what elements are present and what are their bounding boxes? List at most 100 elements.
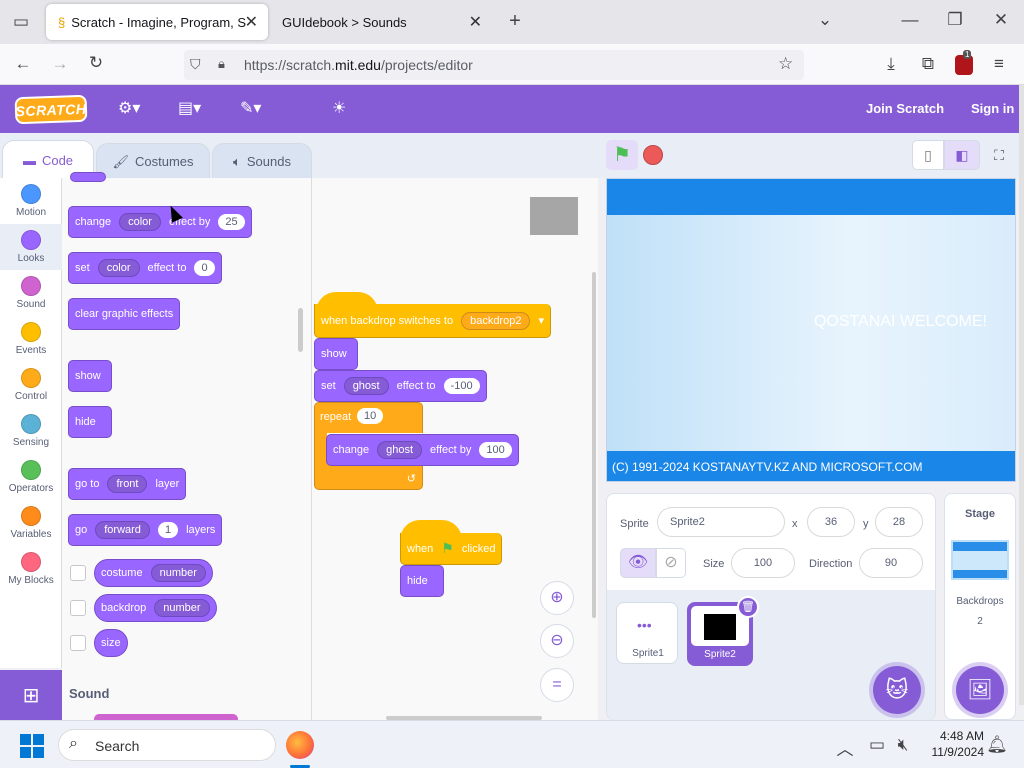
category-motion[interactable]: Motion <box>0 184 62 218</box>
ublock-extension-icon[interactable]: 1 <box>955 50 973 75</box>
new-tab-icon[interactable]: + <box>502 10 528 33</box>
settings-gear-icon[interactable]: ⚙▾ <box>118 98 140 118</box>
clock-time[interactable]: 4:48 AM <box>922 729 984 743</box>
normal-stage-button[interactable]: ◧ <box>944 140 980 170</box>
tab-overview-icon[interactable]: ▭ <box>8 12 34 32</box>
green-flag-button[interactable]: ⚑ <box>606 140 638 170</box>
category-operators[interactable]: Operators <box>0 460 62 494</box>
firefox-taskbar-icon[interactable] <box>286 731 314 759</box>
scratch-logo[interactable]: SCRATCH <box>14 94 88 125</box>
value-input[interactable]: 1 <box>157 522 179 538</box>
show-hidden-icons-chevron[interactable]: ︿ <box>832 735 858 760</box>
taskbar-search-box[interactable]: ⌕ Search <box>58 729 276 761</box>
minimize-icon[interactable]: — <box>897 10 923 30</box>
hide-sprite-eye-icon[interactable]: ⊘ <box>656 548 686 578</box>
add-extension-button[interactable]: ⊞ <box>0 670 62 720</box>
bookmark-star-icon[interactable]: ☆ <box>778 54 793 74</box>
app-menu-icon[interactable]: ≡ <box>986 54 1012 74</box>
category-sound[interactable]: Sound <box>0 276 62 310</box>
page-scrollbar[interactable] <box>1019 85 1024 705</box>
costume-dropdown[interactable]: number <box>150 564 206 582</box>
x-input[interactable]: 36 <box>807 507 855 537</box>
block-show[interactable]: show <box>314 338 358 370</box>
forward-icon[interactable]: → <box>47 54 73 74</box>
choose-backdrop-icon[interactable]: 🖼︎ <box>956 666 1004 714</box>
category-my-blocks[interactable]: My Blocks <box>0 552 62 586</box>
value-input[interactable]: -100 <box>443 378 480 394</box>
extensions-icon[interactable]: ⧉ <box>915 54 941 74</box>
layer-dropdown[interactable]: front <box>107 475 148 493</box>
reload-icon[interactable]: ↻ <box>83 53 109 73</box>
network-icon[interactable]: ▭ <box>864 735 890 755</box>
direction-dropdown[interactable]: forward <box>95 521 150 539</box>
block-go-layers[interactable]: go forward 1 layers <box>68 514 223 546</box>
sign-in-link[interactable]: Sign in <box>971 101 1014 116</box>
effect-dropdown[interactable]: ghost <box>343 377 389 395</box>
monitor-checkbox[interactable] <box>70 600 86 616</box>
size-input[interactable]: 100 <box>731 548 795 578</box>
clock-date[interactable]: 11/9/2024 <box>916 745 985 759</box>
join-scratch-link[interactable]: Join Scratch <box>866 101 944 116</box>
close-tab-icon[interactable]: ✕ <box>469 12 482 32</box>
direction-input[interactable]: 90 <box>859 548 923 578</box>
block-hide[interactable]: hide <box>68 406 112 438</box>
value-input[interactable]: 25 <box>218 214 245 230</box>
tab-costumes[interactable]: 🖌︎ Costumes <box>96 143 210 179</box>
tab-scratch[interactable]: § Scratch - Imagine, Program, Sh ✕ <box>46 4 268 40</box>
sprite-tile-sprite2[interactable]: Sprite2 🗑︎ <box>687 596 759 666</box>
edit-menu-icon[interactable]: ✎▾ <box>240 98 261 118</box>
y-input[interactable]: 28 <box>875 507 923 537</box>
block-hide[interactable]: hide <box>400 565 444 597</box>
small-stage-button[interactable]: ▯ <box>912 140 944 170</box>
block-change-ghost[interactable]: change ghost effect by 100 <box>326 434 519 466</box>
file-menu-icon[interactable]: ▤▾ <box>178 98 201 118</box>
value-input[interactable]: 0 <box>194 260 215 276</box>
effect-dropdown[interactable]: ghost <box>377 441 423 459</box>
zoom-in-button[interactable]: ⊕ <box>540 581 574 615</box>
block-change-effect[interactable]: change color effect by 25 <box>68 206 252 238</box>
notifications-bell-icon[interactable]: 🔔︎ <box>984 735 1010 755</box>
maximize-icon[interactable]: ❐ <box>942 10 968 30</box>
close-window-icon[interactable]: ✕ <box>988 10 1014 30</box>
category-events[interactable]: Events <box>0 322 62 356</box>
windows-start-icon[interactable] <box>20 734 44 758</box>
stop-button[interactable] <box>643 145 663 165</box>
list-tabs-chevron-icon[interactable]: ⌄ <box>812 10 838 30</box>
stage-selector-pane[interactable]: Stage Backdrops 2 🖼︎ <box>944 493 1016 720</box>
value-input[interactable]: 10 <box>357 408 384 424</box>
category-control[interactable]: Control <box>0 368 62 402</box>
sprite-tile-sprite1[interactable]: ••• Sprite1 <box>616 602 678 664</box>
sprite-name-input[interactable]: Sprite2 <box>657 507 785 537</box>
block-when-backdrop-switches[interactable]: when backdrop switches to backdrop2 ▾ <box>314 304 551 338</box>
effect-dropdown[interactable]: color <box>119 213 161 231</box>
block-when-flag-clicked[interactable]: when ⚑ clicked <box>400 533 503 565</box>
category-looks[interactable]: Looks <box>0 230 62 264</box>
backdrop-dropdown[interactable]: number <box>154 599 210 617</box>
tab-guidebook[interactable]: GUIdebook > Sounds ✕ <box>270 4 492 40</box>
lock-icon[interactable]: 🔒︎ <box>218 56 225 72</box>
value-input[interactable]: 100 <box>479 442 512 458</box>
category-sensing[interactable]: Sensing <box>0 414 62 448</box>
back-icon[interactable]: ← <box>10 54 36 74</box>
category-variables[interactable]: Variables <box>0 506 62 540</box>
tutorials-lightbulb-icon[interactable]: ☀ <box>332 98 346 118</box>
block-go-to-layer[interactable]: go to front layer <box>68 468 187 500</box>
url-text[interactable]: https://scratch.mit.edu/projects/editor <box>244 57 473 73</box>
close-tab-icon[interactable]: ✕ <box>245 12 258 32</box>
palette-scrollbar[interactable] <box>298 308 303 352</box>
effect-dropdown[interactable]: color <box>97 259 140 277</box>
block-set-ghost[interactable]: set ghost effect to -100 <box>314 370 487 402</box>
volume-muted-icon[interactable]: 🔇︎ <box>890 735 916 755</box>
choose-sprite-cat-icon[interactable]: 🐱︎ <box>873 666 921 714</box>
monitor-checkbox[interactable] <box>70 565 86 581</box>
block-clear-effects[interactable]: clear graphic effects <box>68 298 181 330</box>
block-show[interactable]: show <box>68 360 112 392</box>
monitor-checkbox[interactable] <box>70 635 86 651</box>
fullscreen-icon[interactable]: ⛶ <box>986 142 1012 168</box>
delete-sprite-trash-icon[interactable]: 🗑︎ <box>737 596 759 618</box>
reporter-size[interactable]: size <box>94 629 128 657</box>
script-scrollbar[interactable] <box>592 272 596 618</box>
url-bar[interactable]: ⛉ 🔒︎ https://scratch.mit.edu/projects/ed… <box>184 50 804 80</box>
block-set-effect[interactable]: set color effect to 0 <box>68 252 222 284</box>
zoom-reset-button[interactable]: = <box>540 668 574 702</box>
